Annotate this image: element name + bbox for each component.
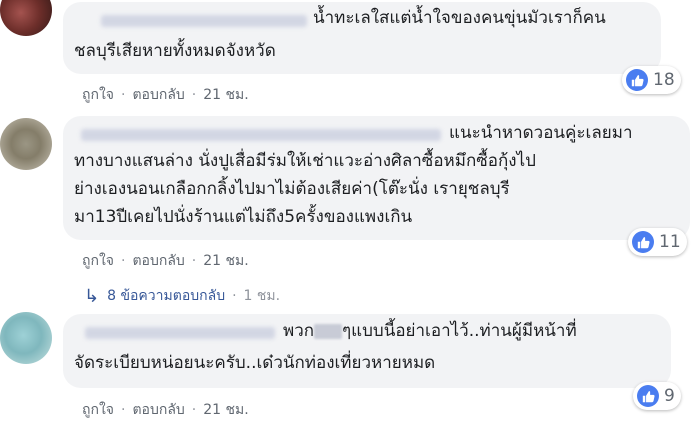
separator: · — [191, 402, 197, 418]
reply-link[interactable]: ตอบกลับ — [132, 399, 184, 421]
reaction-count[interactable]: 11 — [628, 228, 687, 256]
comment-actions: ถูกใจ · ตอบกลับ · 21 ชม. — [82, 399, 249, 421]
comment-line: ทางบางแสนล่าง นั่งปูเสื่อมีร่มให้เช่าแวะ… — [74, 151, 536, 171]
separator: · — [121, 253, 126, 269]
comment-bubble: น้ำทะเลใสแต่น้ำใจของคนขุ่นมัวเราก็คน ชลบ… — [63, 2, 661, 74]
like-icon — [632, 231, 654, 253]
avatar[interactable] — [0, 118, 52, 170]
author-name[interactable] — [101, 15, 307, 27]
comment-actions: ถูกใจ · ตอบกลับ · 21 ชม. — [82, 250, 249, 272]
like-icon — [637, 385, 659, 407]
like-link[interactable]: ถูกใจ — [82, 250, 114, 272]
avatar[interactable] — [0, 312, 52, 364]
reply-arrow-icon: ↳ — [84, 285, 100, 307]
comment-line: น้ำทะเลใสแต่น้ำใจของคนขุ่นมัวเราก็คน — [313, 8, 606, 28]
author-name[interactable] — [85, 327, 275, 339]
like-link[interactable]: ถูกใจ — [82, 399, 114, 421]
separator: · — [232, 288, 237, 304]
separator: · — [191, 87, 197, 103]
timestamp[interactable]: 21 ชม. — [203, 250, 248, 272]
comment-line: แนะนำหาดวอนคู่ะเลยมา — [449, 123, 633, 143]
separator: · — [191, 253, 197, 269]
comment-line: ชลบุรีเสียหายทั้งหมดจังหวัด — [74, 41, 276, 61]
replies-time: 1 ชม. — [243, 288, 281, 304]
censored-word — [314, 323, 343, 339]
reaction-count[interactable]: 9 — [633, 382, 681, 410]
like-icon — [626, 69, 648, 91]
comment-line: จัดระเบียบหน่อยนะครับ..เด๋วนักท่องเที่ยว… — [74, 353, 436, 373]
timestamp[interactable]: 21 ชม. — [203, 84, 248, 106]
comment-text: พวก — [283, 321, 315, 341]
comment-text: ๆแบบนี้อย่าเอาไว้..ท่านผู้มีหน้าที่ — [342, 321, 577, 341]
reaction-count[interactable]: 18 — [622, 66, 681, 94]
reply-link[interactable]: ตอบกลับ — [132, 250, 184, 272]
comment-line: ย่างเองนอนเกลือกกลิ้งไปมาไม่ต้องเสียค่า(… — [74, 179, 510, 199]
comment-line: พวก ๆแบบนี้อย่าเอาไว้..ท่านผู้มีหน้าที่ — [283, 319, 577, 344]
author-name[interactable] — [81, 129, 441, 141]
reply-link[interactable]: ตอบกลับ — [132, 84, 184, 106]
comment-bubble: พวก ๆแบบนี้อย่าเอาไว้..ท่านผู้มีหน้าที่ จ… — [63, 314, 671, 388]
replies-count[interactable]: 8 ข้อความตอบกลับ — [107, 285, 225, 307]
like-link[interactable]: ถูกใจ — [82, 84, 114, 106]
timestamp[interactable]: 21 ชม. — [203, 399, 248, 421]
comment-bubble: แนะนำหาดวอนคู่ะเลยมา ทางบางแสนล่าง นั่งป… — [63, 116, 690, 240]
comment-actions: ถูกใจ · ตอบกลับ · 21 ชม. — [82, 84, 249, 106]
avatar[interactable] — [0, 0, 52, 36]
view-replies-link[interactable]: ↳ 8 ข้อความตอบกลับ · 1 ชม. — [84, 285, 280, 307]
comment-line: มา13ปีเคยไปนั่งร้านแต่ไม่ถึง5ครั้งของแพง… — [74, 207, 413, 227]
separator: · — [121, 87, 126, 103]
separator: · — [121, 402, 126, 418]
